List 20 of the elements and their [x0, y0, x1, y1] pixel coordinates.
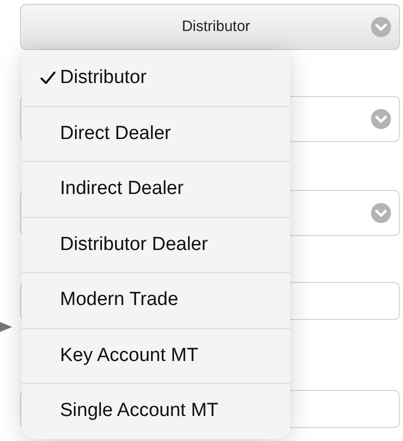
menu-item-label: Distributor: [60, 66, 147, 90]
menu-item[interactable]: Modern Trade: [22, 272, 290, 328]
select-button[interactable]: Distributor: [20, 4, 400, 50]
menu-item-label: Single Account MT: [60, 399, 218, 423]
menu-item[interactable]: Single Account MT: [22, 383, 290, 438]
menu-item[interactable]: Distributor Dealer: [22, 216, 290, 272]
menu-item[interactable]: Direct Dealer: [22, 106, 290, 161]
menu-item[interactable]: Indirect Dealer: [22, 161, 290, 216]
menu-item-label: Key Account MT: [60, 344, 198, 368]
chevron-down-icon: [371, 203, 391, 223]
menu-item[interactable]: Distributor: [22, 50, 290, 106]
pointer-icon: [0, 321, 12, 333]
chevron-down-icon: [371, 17, 391, 37]
chevron-down-icon: [371, 109, 391, 129]
menu-item[interactable]: Key Account MT: [22, 328, 290, 383]
menu-item-label: Indirect Dealer: [60, 177, 184, 201]
menu-item-label: Distributor Dealer: [60, 232, 208, 256]
menu-item-label: Modern Trade: [60, 288, 178, 312]
checkmark-icon: [40, 70, 56, 85]
menu-item-label: Direct Dealer: [60, 122, 171, 146]
